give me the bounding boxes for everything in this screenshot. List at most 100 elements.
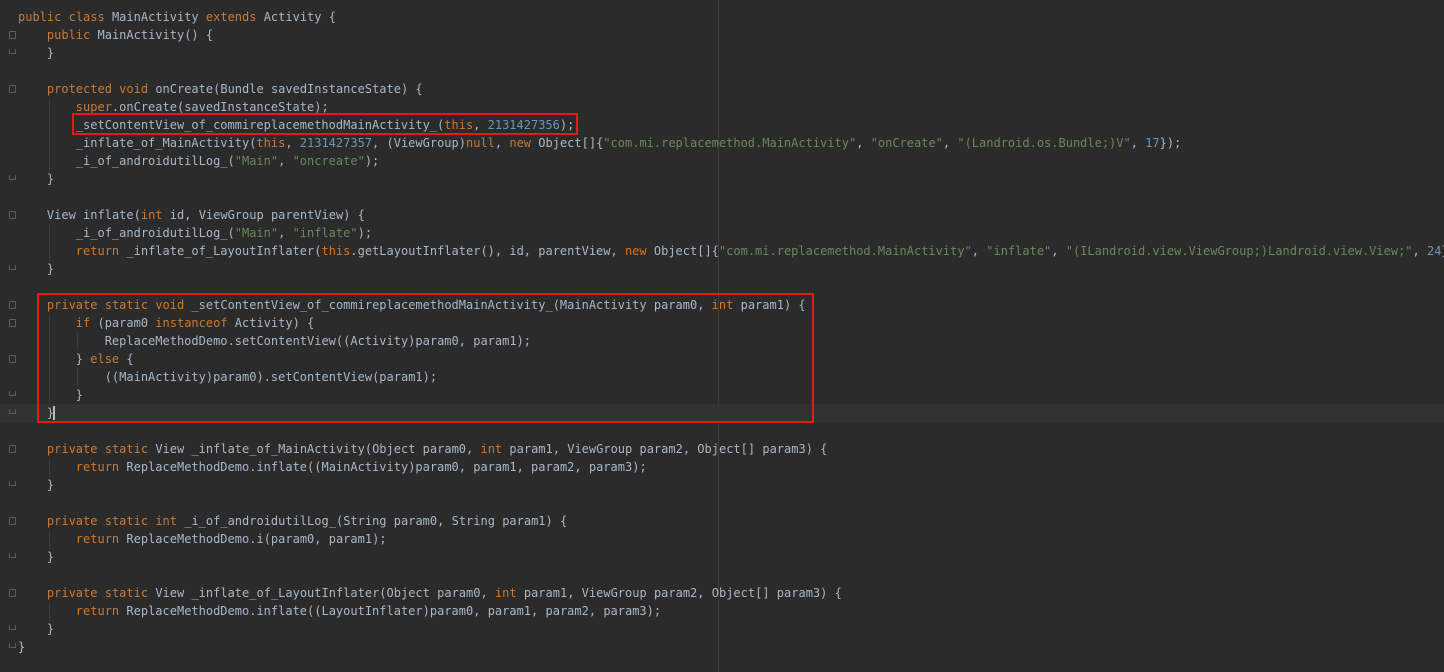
code-line[interactable]: }	[18, 638, 25, 656]
keyword: int	[480, 442, 503, 456]
code-line[interactable]: View inflate(int id, ViewGroup parentVie…	[18, 206, 365, 224]
keyword: static	[104, 514, 149, 528]
keyword: private	[46, 514, 98, 528]
identifier: getLayoutInflater	[357, 244, 481, 258]
fold-end-marker-icon[interactable]	[9, 49, 16, 54]
punctuation	[18, 118, 76, 132]
punctuation: []{	[697, 244, 719, 258]
fold-end-marker-icon[interactable]	[9, 625, 16, 630]
keyword: void	[119, 82, 149, 96]
identifier: ViewGroup	[567, 442, 633, 456]
fold-start-marker-icon[interactable]	[9, 31, 16, 39]
code-line[interactable]: }	[18, 44, 54, 62]
identifier: savedInstanceState	[270, 82, 401, 96]
identifier: param1	[523, 586, 568, 600]
code-line[interactable]: return ReplaceMethodDemo.inflate((Layout…	[18, 602, 661, 620]
code-line[interactable]: }	[18, 170, 54, 188]
punctuation	[61, 10, 68, 24]
fold-end-marker-icon[interactable]	[9, 481, 16, 486]
code-line[interactable]: _inflate_of_MainActivity(this, 213142735…	[18, 134, 1182, 152]
code-line[interactable]: return ReplaceMethodDemo.i(param0, param…	[18, 530, 387, 548]
code-line[interactable]: private static int _i_of_androidutilLog_…	[18, 512, 567, 530]
punctuation: ,	[531, 604, 546, 618]
editor-gutter[interactable]	[0, 0, 18, 672]
string-literal: "com.mi.replacemethod.MainActivity"	[718, 244, 972, 258]
identifier: param2	[545, 604, 589, 618]
punctuation: ) {	[343, 208, 365, 222]
punctuation: (	[227, 226, 235, 240]
punctuation	[76, 208, 83, 222]
fold-start-marker-icon[interactable]	[9, 85, 16, 93]
identifier: _inflate_of_MainActivity	[191, 442, 365, 456]
punctuation: ,	[314, 532, 329, 546]
identifier: id	[509, 244, 524, 258]
code-line[interactable]: return _inflate_of_LayoutInflater(this.g…	[18, 242, 1444, 260]
punctuation: (	[263, 532, 271, 546]
code-line[interactable]: protected void onCreate(Bundle savedInst…	[18, 80, 423, 98]
punctuation: });	[1159, 136, 1182, 150]
punctuation: (),	[480, 244, 510, 258]
punctuation: .	[350, 244, 358, 258]
code-line[interactable]: private static View _inflate_of_MainActi…	[18, 440, 827, 458]
punctuation	[18, 442, 47, 456]
code-line[interactable]: _i_of_androidutilLog_("Main", "oncreate"…	[18, 152, 379, 170]
keyword: return	[75, 532, 120, 546]
punctuation: ) {	[400, 82, 423, 96]
keyword: int	[494, 586, 517, 600]
code-line[interactable]: }	[18, 260, 54, 278]
code-line[interactable]: public MainActivity() {	[18, 26, 213, 44]
code-line[interactable]: _i_of_androidutilLog_("Main", "inflate")…	[18, 224, 372, 242]
code-line[interactable]: return ReplaceMethodDemo.inflate((MainAc…	[18, 458, 647, 476]
punctuation	[647, 244, 654, 258]
fold-start-marker-icon[interactable]	[9, 517, 16, 525]
code-line[interactable]: private static View _inflate_of_LayoutIn…	[18, 584, 842, 602]
call-highlight	[72, 113, 578, 135]
punctuation	[18, 28, 47, 42]
fold-end-marker-icon[interactable]	[9, 409, 16, 414]
identifier: _inflate_of_LayoutInflater	[191, 586, 380, 600]
identifier: ViewGroup	[198, 208, 264, 222]
keyword: return	[75, 244, 120, 258]
punctuation: (	[133, 208, 141, 222]
code-line[interactable]: public class MainActivity extends Activi…	[18, 8, 336, 26]
code-line[interactable]: }	[18, 476, 54, 494]
punctuation	[264, 208, 271, 222]
fold-end-marker-icon[interactable]	[9, 391, 16, 396]
fold-end-marker-icon[interactable]	[9, 175, 16, 180]
fold-end-marker-icon[interactable]	[9, 643, 16, 648]
identifier: ViewGroup	[581, 586, 647, 600]
fold-end-marker-icon[interactable]	[9, 553, 16, 558]
identifier: inflate	[256, 604, 308, 618]
identifier: Bundle	[220, 82, 264, 96]
punctuation	[18, 226, 76, 240]
indent-guide	[49, 530, 50, 548]
keyword: static	[104, 442, 149, 456]
punctuation: ,	[942, 136, 958, 150]
punctuation	[256, 10, 263, 24]
identifier: id	[169, 208, 185, 222]
text-caret	[53, 406, 55, 420]
identifier: Object	[372, 442, 416, 456]
string-literal: "(Landroid.os.Bundle;)V"	[957, 136, 1131, 150]
punctuation: {	[321, 10, 336, 24]
fold-end-marker-icon[interactable]	[9, 265, 16, 270]
identifier: param0	[437, 586, 481, 600]
fold-start-marker-icon[interactable]	[9, 355, 16, 363]
code-line[interactable]: }	[18, 548, 54, 566]
fold-start-marker-icon[interactable]	[9, 445, 16, 453]
fold-start-marker-icon[interactable]	[9, 319, 16, 327]
code-line[interactable]: }	[18, 620, 54, 638]
identifier: param3	[603, 604, 647, 618]
indent-guide	[49, 224, 50, 242]
punctuation: }	[18, 262, 55, 276]
code-editor[interactable]: public class MainActivity extends Activi…	[0, 0, 1444, 672]
identifier: param0	[415, 460, 459, 474]
identifier: _inflate_of_MainActivity	[75, 136, 250, 150]
fold-start-marker-icon[interactable]	[9, 301, 16, 309]
fold-start-marker-icon[interactable]	[9, 211, 16, 219]
fold-start-marker-icon[interactable]	[9, 589, 16, 597]
keyword: return	[75, 604, 120, 618]
identifier: param2	[653, 586, 698, 600]
indent-guide	[49, 98, 50, 116]
punctuation: ,	[552, 442, 568, 456]
